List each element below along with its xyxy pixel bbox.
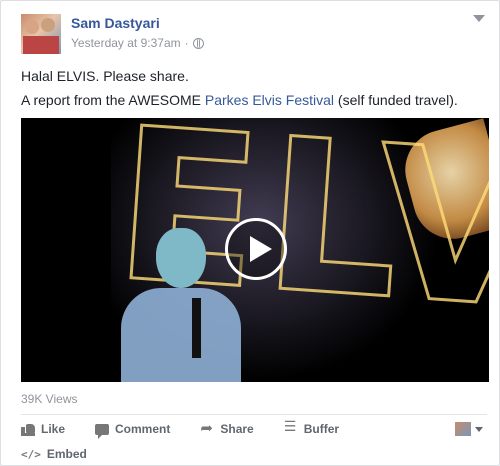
like-icon xyxy=(21,422,35,436)
share-icon xyxy=(200,419,214,437)
post-meta: Yesterday at 9:37am · xyxy=(71,36,204,50)
buffer-button[interactable]: Buffer xyxy=(284,419,340,436)
play-icon[interactable] xyxy=(225,218,287,280)
author-name[interactable]: Sam Dastyari xyxy=(71,15,160,31)
embed-label: Embed xyxy=(46,447,87,461)
action-bar: Like Comment Share Buffer xyxy=(21,419,369,439)
globe-icon[interactable] xyxy=(192,37,204,49)
share-button[interactable]: Share xyxy=(200,419,254,437)
post-text-suffix: (self funded travel). xyxy=(334,92,458,108)
view-count: 39K Views xyxy=(21,392,78,406)
comment-label: Comment xyxy=(115,422,171,436)
buffer-icon xyxy=(284,419,298,436)
chevron-down-icon[interactable] xyxy=(473,15,485,22)
chevron-down-icon[interactable] xyxy=(475,427,483,432)
post-text-line-2: A report from the AWESOME Parkes Elvis F… xyxy=(21,92,458,108)
parkes-elvis-festival-link[interactable]: Parkes Elvis Festival xyxy=(205,92,334,108)
viewer-avatar[interactable] xyxy=(455,422,471,436)
share-label: Share xyxy=(220,422,254,436)
post-text-prefix: A report from the AWESOME xyxy=(21,92,205,108)
comment-icon xyxy=(95,423,110,439)
post-card: Sam Dastyari Yesterday at 9:37am · Halal… xyxy=(0,0,500,466)
post-text-line-1: Halal ELVIS. Please share. xyxy=(21,68,189,84)
author-avatar[interactable] xyxy=(21,14,61,54)
divider xyxy=(21,414,487,415)
post-timestamp[interactable]: Yesterday at 9:37am xyxy=(71,36,181,50)
like-label: Like xyxy=(41,422,66,436)
like-button[interactable]: Like xyxy=(21,422,65,436)
code-icon: </> xyxy=(21,447,41,461)
meta-separator: · xyxy=(184,36,189,50)
video-player[interactable]: ELVIS xyxy=(21,118,489,382)
buffer-label: Buffer xyxy=(303,422,340,436)
comment-button[interactable]: Comment xyxy=(95,422,171,439)
embed-button[interactable]: </> Embed xyxy=(21,447,87,461)
